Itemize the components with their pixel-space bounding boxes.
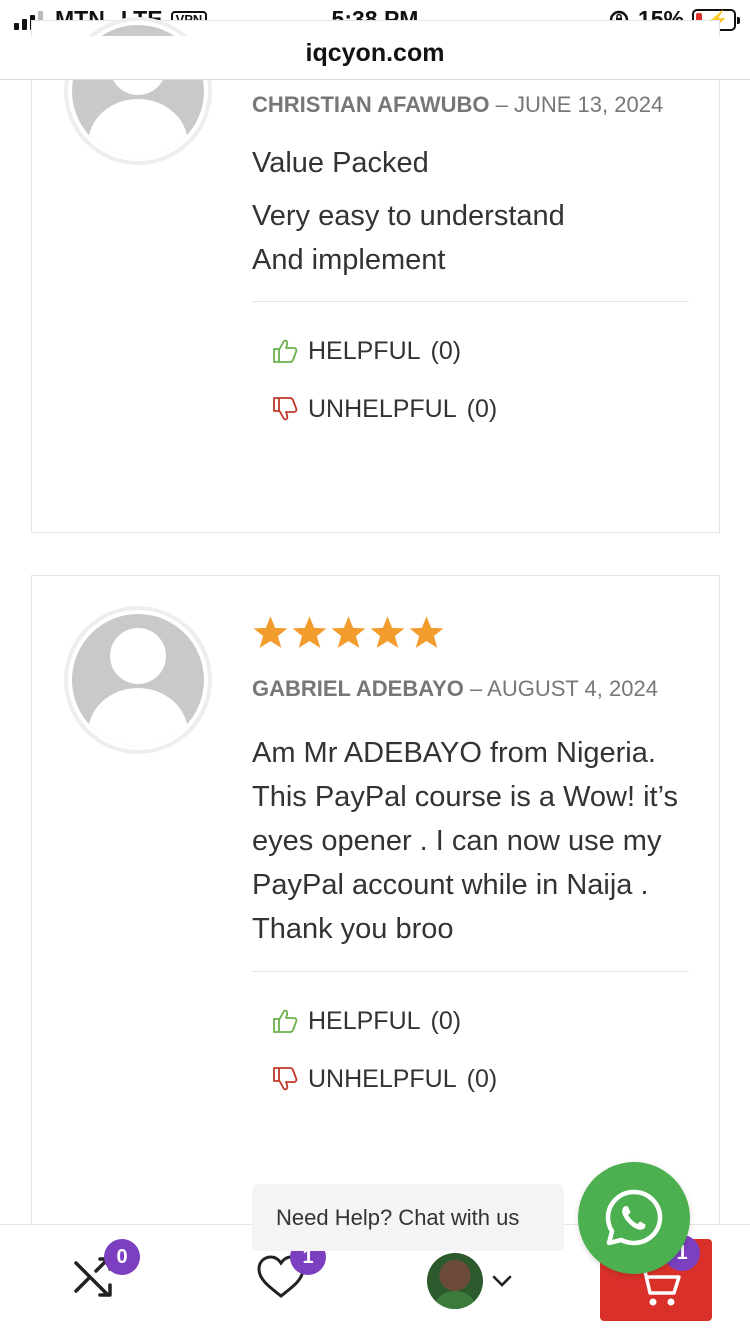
cart-icon	[636, 1269, 681, 1306]
divider	[252, 301, 689, 302]
compare-count-badge: 0	[104, 1239, 140, 1275]
thumbs-down-icon	[273, 397, 298, 421]
star-icon	[292, 616, 327, 648]
review-author: CHRISTIAN AFAWUBO	[252, 92, 490, 117]
whatsapp-icon	[605, 1189, 663, 1246]
unhelpful-count: (0)	[466, 394, 498, 423]
helpful-button[interactable]: HELPFUL (0)	[252, 322, 689, 380]
chevron-down-icon	[492, 1275, 512, 1287]
compare-button[interactable]: 0	[72, 1239, 140, 1304]
unhelpful-label: UNHELPFUL	[308, 394, 457, 423]
account-menu[interactable]	[427, 1253, 513, 1309]
helpful-label: HELPFUL	[308, 336, 421, 365]
review-meta: GABRIEL ADEBAYO – AUGUST 4, 2024	[252, 667, 689, 711]
wishlist-button[interactable]: 1	[256, 1239, 326, 1304]
helpful-button[interactable]: HELPFUL (0)	[252, 992, 689, 1050]
thumbs-up-icon	[273, 1009, 298, 1033]
unhelpful-button[interactable]: UNHELPFUL (0)	[252, 1050, 689, 1108]
review-text: Am Mr ADEBAYO from Nigeria. This PayPal …	[252, 737, 679, 945]
avatar	[427, 1253, 483, 1309]
review-title: Value Packed	[252, 147, 429, 179]
star-icon	[331, 616, 366, 648]
review-card: CHRISTIAN AFAWUBO – JUNE 13, 2024 Value …	[31, 17, 720, 533]
helpful-count: (0)	[430, 1006, 462, 1035]
review-date: – JUNE 13, 2024	[495, 92, 664, 117]
thumbs-up-icon	[273, 339, 298, 363]
url-bar[interactable]: iqcyon.com	[0, 36, 750, 80]
star-icon	[253, 616, 288, 648]
helpful-label: HELPFUL	[308, 1006, 421, 1035]
divider	[252, 971, 689, 972]
review-text: Very easy to understand And implement	[252, 194, 689, 282]
whatsapp-button[interactable]	[578, 1162, 690, 1274]
star-icon	[409, 616, 444, 648]
review-text-line: And implement	[252, 244, 446, 276]
helpful-count: (0)	[430, 336, 462, 365]
reviewer-avatar	[64, 606, 212, 754]
thumbs-down-icon	[273, 1067, 298, 1091]
unhelpful-count: (0)	[466, 1064, 498, 1093]
review-text-line: Very easy to understand	[252, 200, 565, 232]
star-icon	[370, 616, 405, 648]
review-meta: CHRISTIAN AFAWUBO – JUNE 13, 2024	[252, 83, 689, 127]
unhelpful-button[interactable]: UNHELPFUL (0)	[252, 380, 689, 438]
review-date: – AUGUST 4, 2024	[470, 676, 658, 701]
star-rating	[252, 614, 689, 651]
chat-prompt[interactable]: Need Help? Chat with us	[252, 1184, 564, 1251]
review-author: GABRIEL ADEBAYO	[252, 676, 464, 701]
unhelpful-label: UNHELPFUL	[308, 1064, 457, 1093]
